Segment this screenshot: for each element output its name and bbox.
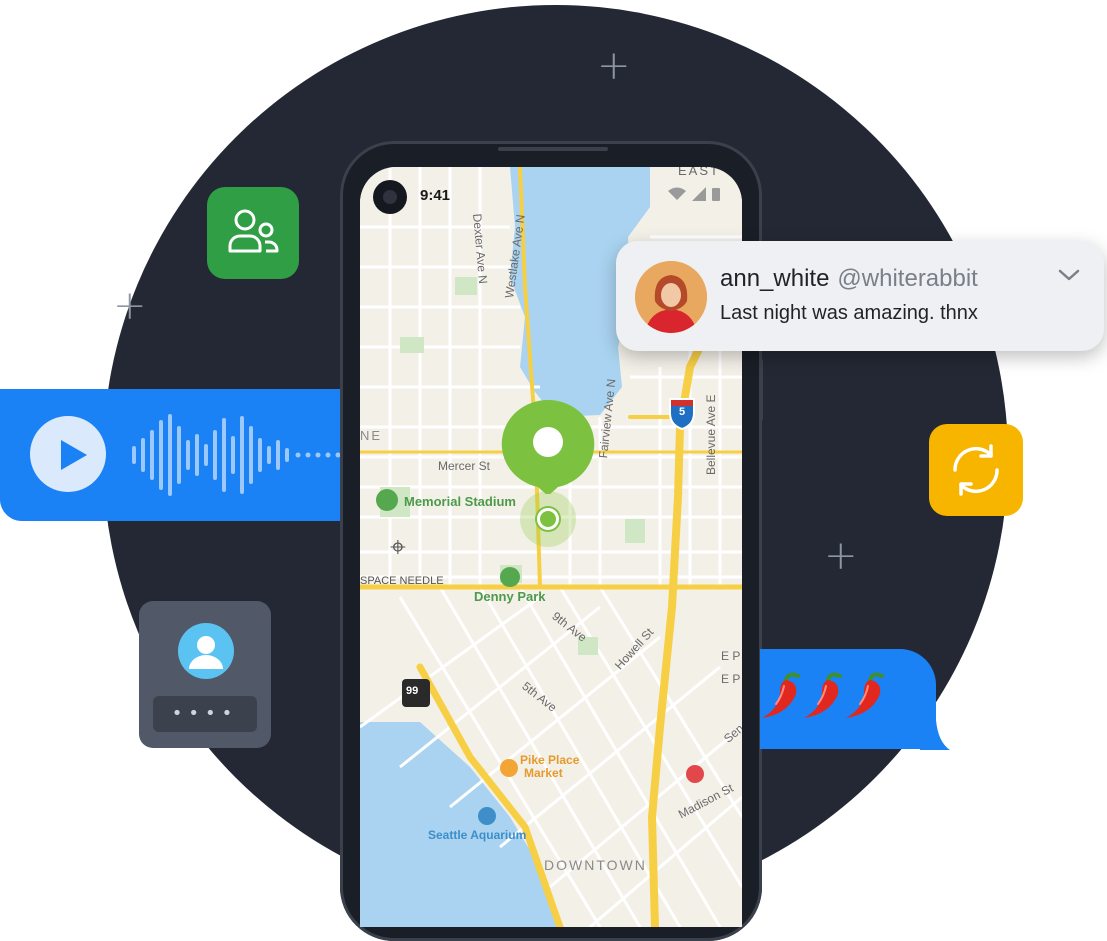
chevron-down-icon[interactable] (1056, 265, 1082, 285)
map-label-ne: NE (360, 428, 383, 443)
front-camera (373, 180, 407, 214)
map-label-mercer: Mercer St (438, 459, 491, 473)
avatar (635, 261, 707, 333)
message-notification[interactable]: ann_white @whiterabbit Last night was ama… (616, 241, 1104, 351)
wifi-icon (668, 187, 686, 200)
highway-99-label: 99 (406, 685, 419, 697)
map-label-seattle-aquarium: Seattle Aquarium (428, 828, 527, 842)
stadium-icon (376, 489, 398, 511)
user-avatar-icon (178, 623, 234, 679)
map-label-denny-park: Denny Park (474, 589, 546, 604)
battery-icon (712, 188, 720, 201)
notification-header: ann_white @whiterabbit (720, 265, 978, 293)
highway-5-label: 5 (679, 406, 686, 418)
contacts-app-tile[interactable] (207, 187, 299, 279)
waveform (132, 414, 341, 496)
aquarium-icon (478, 807, 496, 825)
map-label-space-needle: SPACE NEEDLE (360, 575, 444, 587)
contact-card[interactable]: •••• (139, 601, 271, 748)
notification-username: ann_white (720, 265, 830, 292)
play-button[interactable] (30, 416, 106, 492)
status-icons (668, 187, 720, 201)
plus-decoration: + (597, 43, 631, 89)
map-label-bellevue: Bellevue Ave E (704, 394, 718, 475)
map-label-downtown: DOWNTOWN (544, 857, 647, 873)
voice-message-bar[interactable] (0, 389, 345, 521)
map-label-ep2: E P (721, 672, 741, 686)
map-label-east: EAST (678, 167, 720, 178)
map-label-memorial-stadium: Memorial Stadium (404, 494, 516, 509)
park-icon (500, 567, 520, 587)
sync-icon (953, 444, 999, 496)
sync-app-tile[interactable] (929, 424, 1023, 516)
space-needle-icon: ⌖ (390, 530, 406, 563)
people-icon (228, 209, 279, 253)
play-icon (61, 440, 87, 470)
plus-decoration: + (113, 283, 147, 329)
chili-pepper-icon (846, 672, 884, 718)
map-label-pike-place-2: Market (524, 766, 563, 780)
hospital-icon (686, 765, 704, 783)
notification-handle: @whiterabbit (837, 265, 978, 292)
chat-bubble-tail (920, 720, 950, 750)
location-dot (537, 508, 559, 530)
signal-icon (692, 187, 706, 201)
status-time: 9:41 (420, 187, 451, 204)
map-label-ep1: E P (721, 649, 741, 663)
notification-message: Last night was amazing. thnx (720, 302, 978, 324)
pin-field[interactable]: •••• (153, 696, 257, 732)
location-pin-icon[interactable] (500, 398, 596, 494)
plus-decoration: + (824, 533, 858, 579)
market-icon (500, 759, 518, 777)
